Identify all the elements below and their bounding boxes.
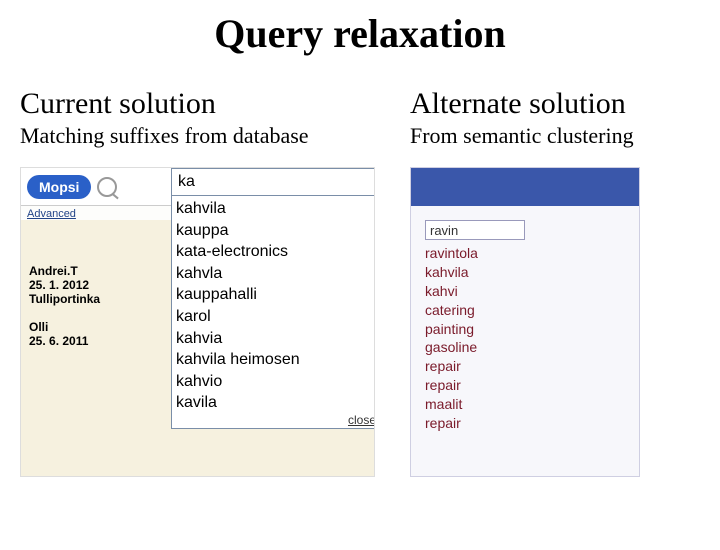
cluster-item[interactable]: repair: [425, 376, 639, 395]
suggestion-dropdown: kahvila kauppa kata-electronics kahvla k…: [171, 196, 375, 429]
suggestion-item[interactable]: kahvila: [176, 198, 375, 220]
suggestion-item[interactable]: kahvla: [176, 263, 375, 285]
columns: Current solution Matching suffixes from …: [0, 87, 720, 477]
left-column: Current solution Matching suffixes from …: [0, 87, 400, 477]
cluster-item[interactable]: ravintola: [425, 244, 639, 263]
mopsi-logo: Mopsi: [27, 175, 91, 199]
slide-title: Query relaxation: [0, 10, 720, 57]
close-link[interactable]: close: [348, 412, 375, 428]
search-float: kahvila kauppa kata-electronics kahvla k…: [171, 168, 375, 429]
suggestion-item[interactable]: kavila: [176, 392, 375, 414]
cluster-item[interactable]: repair: [425, 414, 639, 433]
left-heading: Current solution: [20, 87, 400, 121]
cluster-item[interactable]: painting: [425, 320, 639, 339]
right-column: Alternate solution From semantic cluster…: [400, 87, 720, 477]
header-band: [411, 168, 639, 206]
search-input[interactable]: [425, 220, 525, 240]
cluster-item[interactable]: maalit: [425, 395, 639, 414]
cluster-item[interactable]: repair: [425, 357, 639, 376]
search-icon[interactable]: [97, 177, 117, 197]
suggestion-item[interactable]: kauppa: [176, 220, 375, 242]
suggestion-item[interactable]: kata-electronics: [176, 241, 375, 263]
right-heading: Alternate solution: [410, 87, 720, 121]
suggestion-item[interactable]: kahvia: [176, 328, 375, 350]
search-input[interactable]: [171, 168, 375, 196]
suggestion-item[interactable]: karol: [176, 306, 375, 328]
left-subheading: Matching suffixes from database: [20, 123, 400, 149]
suggestion-item[interactable]: kauppahalli: [176, 284, 375, 306]
right-subheading: From semantic clustering: [410, 123, 720, 149]
cluster-item[interactable]: kahvila: [425, 263, 639, 282]
left-screenshot: Mopsi Advanced Top Andrei.T 25. 1. 2012 …: [20, 167, 375, 477]
cluster-item[interactable]: gasoline: [425, 338, 639, 357]
suggestion-item[interactable]: kahvila heimosen: [176, 349, 375, 371]
suggestion-item[interactable]: kahvio: [176, 371, 375, 393]
cluster-list: ravintola kahvila kahvi catering paintin…: [425, 244, 639, 433]
right-screenshot: ravintola kahvila kahvi catering paintin…: [410, 167, 640, 477]
cluster-item[interactable]: kahvi: [425, 282, 639, 301]
cluster-item[interactable]: catering: [425, 301, 639, 320]
